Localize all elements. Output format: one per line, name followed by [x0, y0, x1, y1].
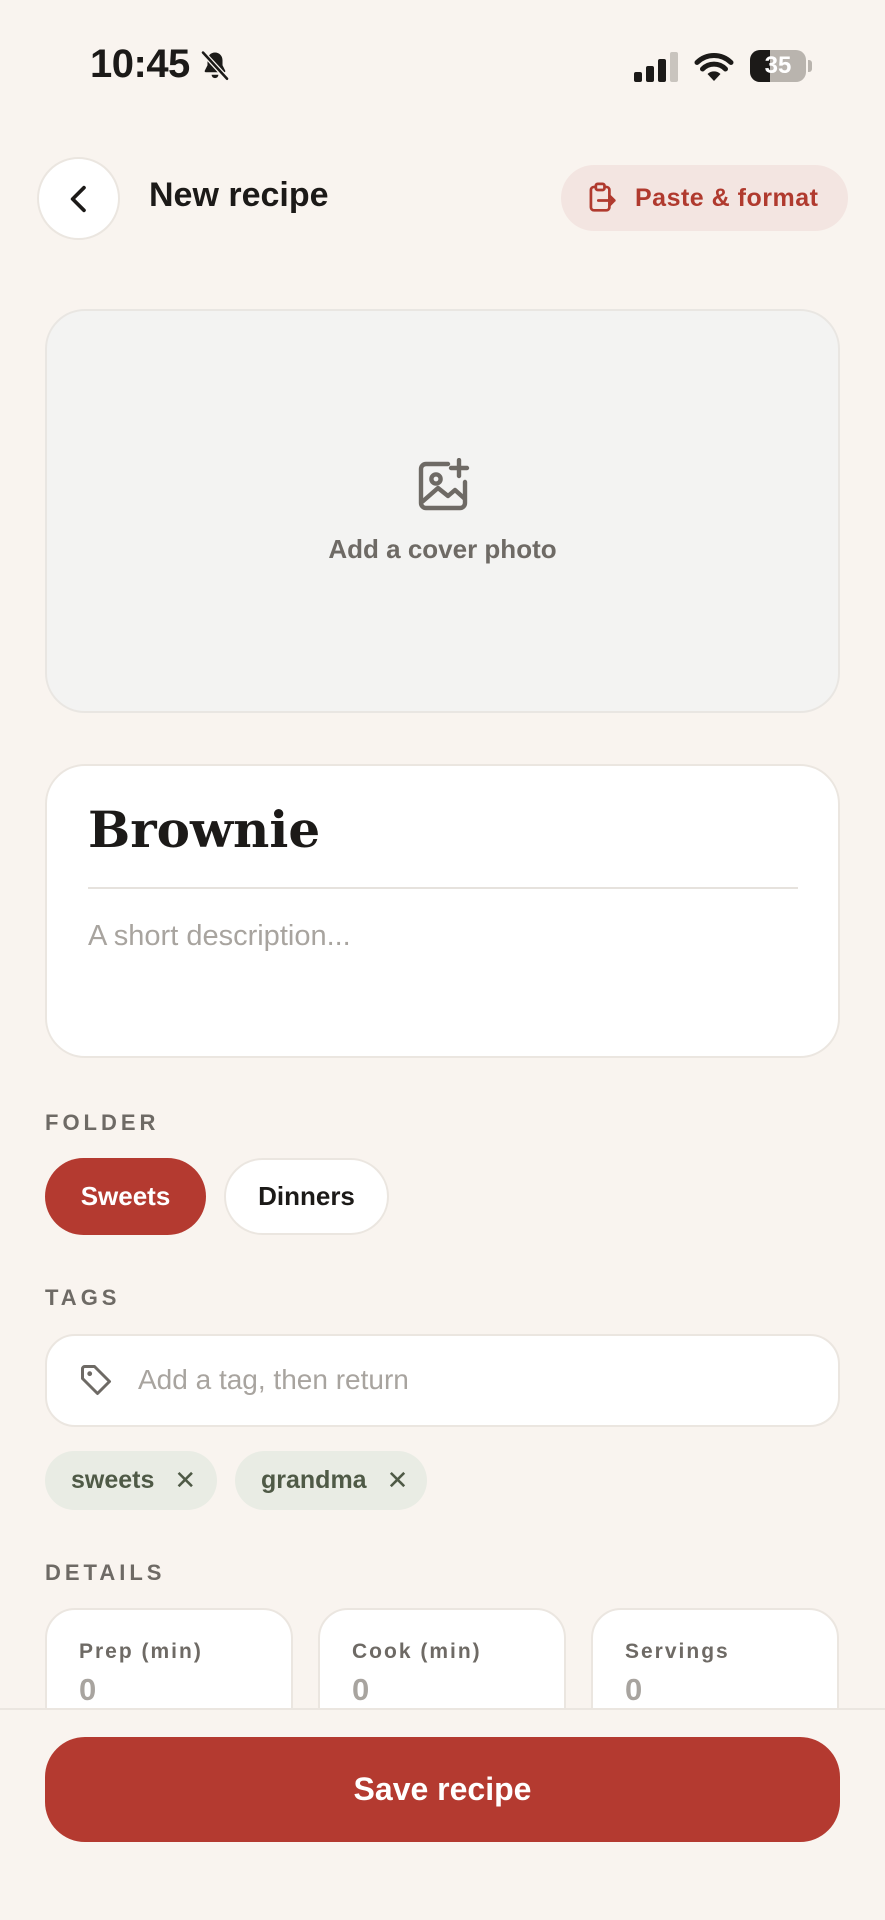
- detail-label: Cook (min): [352, 1640, 482, 1663]
- save-recipe-button[interactable]: Save recipe: [45, 1737, 840, 1842]
- page-title: New recipe: [149, 176, 329, 214]
- tag-chip-sweets: sweets ✕: [45, 1451, 217, 1510]
- title-divider: [88, 887, 798, 889]
- remove-tag-icon[interactable]: ✕: [387, 1465, 409, 1496]
- folder-section-label: FOLDER: [45, 1110, 160, 1135]
- status-time: 10:45: [90, 42, 190, 86]
- detail-label: Prep (min): [79, 1640, 203, 1663]
- clipboard-icon: [589, 182, 616, 212]
- detail-label: Servings: [625, 1640, 730, 1663]
- tag-icon: [81, 1365, 111, 1395]
- tag-chip-grandma: grandma ✕: [235, 1451, 427, 1510]
- paste-format-label: Paste & format: [635, 183, 819, 212]
- paste-format-button[interactable]: Paste & format: [561, 165, 848, 231]
- recipe-title-input[interactable]: Brownie: [88, 800, 320, 859]
- battery-percent: 35: [764, 52, 792, 79]
- description-input[interactable]: A short description...: [88, 920, 351, 953]
- cover-photo-label: Add a cover photo: [328, 534, 557, 564]
- detail-value[interactable]: 0: [625, 1672, 642, 1708]
- status-bar: 10:45 35: [0, 0, 885, 130]
- folder-chip-label: Sweets: [80, 1181, 171, 1211]
- detail-value[interactable]: 0: [79, 1672, 96, 1708]
- battery-icon: 35: [750, 50, 812, 82]
- tag-chip-label: grandma: [261, 1466, 367, 1494]
- tag-chip-label: sweets: [71, 1466, 155, 1494]
- wifi-icon: [694, 52, 734, 81]
- detail-value[interactable]: 0: [352, 1672, 369, 1708]
- folder-chip-sweets[interactable]: Sweets: [45, 1158, 206, 1235]
- folder-chip-label: Dinners: [258, 1181, 355, 1211]
- chevron-left-icon: [70, 185, 86, 212]
- folder-chip-dinners[interactable]: Dinners: [224, 1158, 389, 1235]
- details-section-label: DETAILS: [45, 1560, 166, 1585]
- tags-section-label: TAGS: [45, 1285, 121, 1310]
- tag-input-placeholder: Add a tag, then return: [138, 1364, 409, 1395]
- back-button[interactable]: [37, 157, 120, 240]
- image-add-icon: [418, 458, 470, 511]
- remove-tag-icon[interactable]: ✕: [174, 1465, 196, 1496]
- signal-icon: [634, 52, 678, 82]
- save-recipe-label: Save recipe: [353, 1771, 532, 1807]
- bell-slash-icon: [200, 49, 230, 82]
